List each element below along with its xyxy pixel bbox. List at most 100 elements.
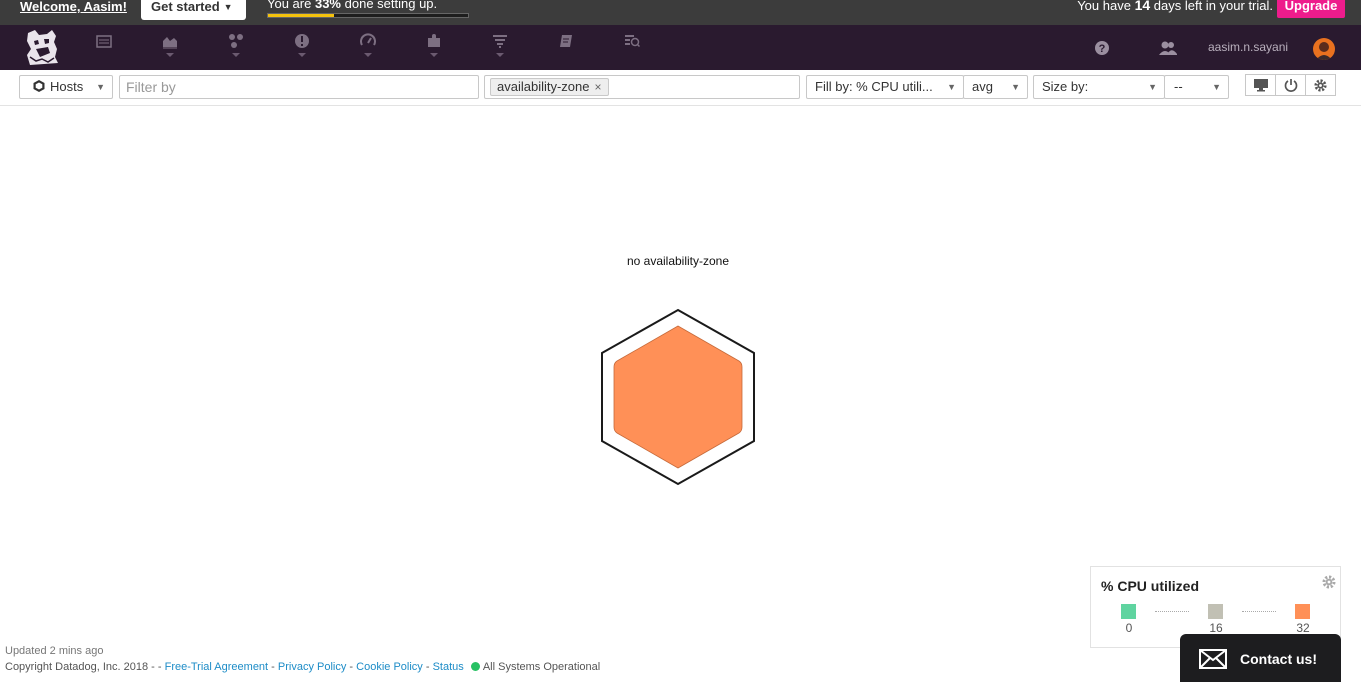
setup-progress-text: You are 33% done setting up. xyxy=(267,0,437,11)
svg-text:?: ? xyxy=(1099,43,1106,55)
legend-swatch-low xyxy=(1121,604,1136,619)
onboarding-bar: Welcome, Aasim! Get started ▼ You are 33%… xyxy=(0,0,1361,25)
fill-by-label: Fill by: % CPU utili... xyxy=(815,79,933,94)
upgrade-button[interactable]: Upgrade xyxy=(1277,0,1345,18)
trial-prefix: You have xyxy=(1077,0,1131,13)
username-link[interactable]: aasim.n.sayani xyxy=(1208,40,1288,54)
gear-icon xyxy=(1314,78,1327,92)
status-link[interactable]: Status xyxy=(433,661,464,673)
nav-metrics[interactable] xyxy=(155,33,185,67)
caret-down-icon: ▼ xyxy=(223,2,233,12)
size-by-select[interactable]: Size by: ▼ xyxy=(1033,75,1165,99)
host-map xyxy=(601,308,755,486)
gear-icon[interactable] xyxy=(1321,574,1337,590)
nav-dropdown-caret xyxy=(364,53,372,57)
nav-watchdog[interactable] xyxy=(617,33,647,67)
status-text: All Systems Operational xyxy=(482,661,601,673)
legend-swatch-mid xyxy=(1208,604,1223,619)
integrations-nodes-icon xyxy=(229,34,243,48)
footer: Copyright Datadog, Inc. 2018 - - Free-Tr… xyxy=(5,661,601,673)
updated-text: Updated 2 mins ago xyxy=(5,645,104,657)
puzzle-icon xyxy=(428,34,440,47)
get-started-label: Get started xyxy=(151,0,220,14)
filter-input[interactable] xyxy=(119,75,479,99)
legend-divider xyxy=(1242,611,1276,612)
power-button[interactable] xyxy=(1275,74,1306,96)
fill-by-select[interactable]: Fill by: % CPU utili... ▼ xyxy=(806,75,964,99)
notebook-icon xyxy=(560,35,572,47)
privacy-policy-link[interactable]: Privacy Policy xyxy=(278,661,346,673)
trial-remaining-text: You have 14 days left in your trial. xyxy=(1077,0,1273,13)
nav-dropdown-caret xyxy=(298,53,306,57)
select-arrow-icon: ▼ xyxy=(947,82,956,92)
legend-swatch-high xyxy=(1295,604,1310,619)
contact-us-button[interactable]: Contact us! xyxy=(1180,634,1341,682)
setup-progress-fill xyxy=(268,14,334,17)
legend-value-high: 32 xyxy=(1296,621,1310,635)
size-by-label: Size by: xyxy=(1042,79,1089,94)
power-icon xyxy=(1284,79,1297,92)
monitor-icon xyxy=(1253,79,1268,92)
user-photo-icon xyxy=(1316,42,1332,60)
setup-percent: 33% xyxy=(314,0,341,11)
fill-aggregation-select[interactable]: avg ▼ xyxy=(963,75,1028,99)
contact-us-label: Contact us! xyxy=(1240,651,1317,667)
nav-logs[interactable] xyxy=(485,33,515,67)
help-icon[interactable]: ? xyxy=(1093,39,1111,57)
nav-monitors[interactable] xyxy=(287,33,317,67)
group-tag: availability-zone × xyxy=(490,78,609,96)
select-arrow-icon: ▼ xyxy=(96,82,105,92)
select-arrow-icon: ▼ xyxy=(1011,82,1020,92)
nav-dropdown-caret xyxy=(496,53,504,57)
datadog-logo[interactable] xyxy=(22,27,62,67)
nav-notebooks[interactable] xyxy=(551,33,581,67)
remove-tag-icon[interactable]: × xyxy=(595,80,602,94)
tv-mode-button[interactable] xyxy=(1245,74,1276,96)
settings-button[interactable] xyxy=(1305,74,1336,96)
main-nav: ? aasim.n.sayani xyxy=(0,25,1361,70)
group-by-field[interactable]: availability-zone × xyxy=(484,75,800,99)
metrics-chart-icon xyxy=(163,37,177,49)
cookie-policy-link[interactable]: Cookie Policy xyxy=(356,661,423,673)
legend-title: % CPU utilized xyxy=(1101,578,1200,594)
free-trial-agreement-link[interactable]: Free-Trial Agreement xyxy=(165,661,269,673)
legend-value-mid: 16 xyxy=(1209,621,1223,635)
nav-dropdown-caret xyxy=(232,53,240,57)
status-dot-icon xyxy=(470,662,480,671)
nav-integrations[interactable] xyxy=(221,33,251,67)
nav-dropdown-caret xyxy=(166,53,174,57)
watchdog-icon xyxy=(625,35,640,48)
nav-infrastructure[interactable] xyxy=(419,33,449,67)
hostmap-toolbar: Hosts ▼ availability-zone × Fill by: % CP… xyxy=(0,70,1361,106)
setup-suffix: done setting up. xyxy=(344,0,438,11)
trial-suffix: days left in your trial. xyxy=(1153,0,1273,13)
team-icon[interactable] xyxy=(1159,39,1177,57)
hosts-select[interactable]: Hosts ▼ xyxy=(19,75,113,99)
apm-gauge-icon xyxy=(360,33,376,46)
setup-prefix: You are xyxy=(267,0,312,11)
hosts-select-label: Hosts xyxy=(50,79,84,94)
legend-divider xyxy=(1155,611,1189,612)
fill-aggregation-label: avg xyxy=(972,79,993,94)
group-label: no availability-zone xyxy=(626,254,730,268)
hexagon-icon xyxy=(33,80,45,92)
envelope-icon xyxy=(1199,649,1227,669)
dashboard-icon xyxy=(96,35,112,48)
trial-days: 14 xyxy=(1134,0,1151,13)
get-started-button[interactable]: Get started ▼ xyxy=(141,0,246,20)
setup-progress-bar xyxy=(267,13,469,18)
avatar[interactable] xyxy=(1313,38,1335,60)
select-arrow-icon: ▼ xyxy=(1148,82,1157,92)
nav-dashboards[interactable] xyxy=(89,33,119,67)
legend-value-low: 0 xyxy=(1125,621,1133,635)
select-arrow-icon: ▼ xyxy=(1212,82,1221,92)
group-tag-label: availability-zone xyxy=(497,79,590,94)
size-aggregation-select[interactable]: -- ▼ xyxy=(1164,75,1229,99)
logs-filter-icon xyxy=(493,35,507,48)
size-aggregation-label: -- xyxy=(1174,79,1183,94)
monitors-alert-icon xyxy=(295,34,309,48)
copyright-text: Copyright Datadog, Inc. 2018 - - xyxy=(5,661,162,673)
nav-dropdown-caret xyxy=(430,53,438,57)
welcome-link[interactable]: Welcome, Aasim! xyxy=(20,0,127,14)
nav-apm[interactable] xyxy=(353,33,383,67)
